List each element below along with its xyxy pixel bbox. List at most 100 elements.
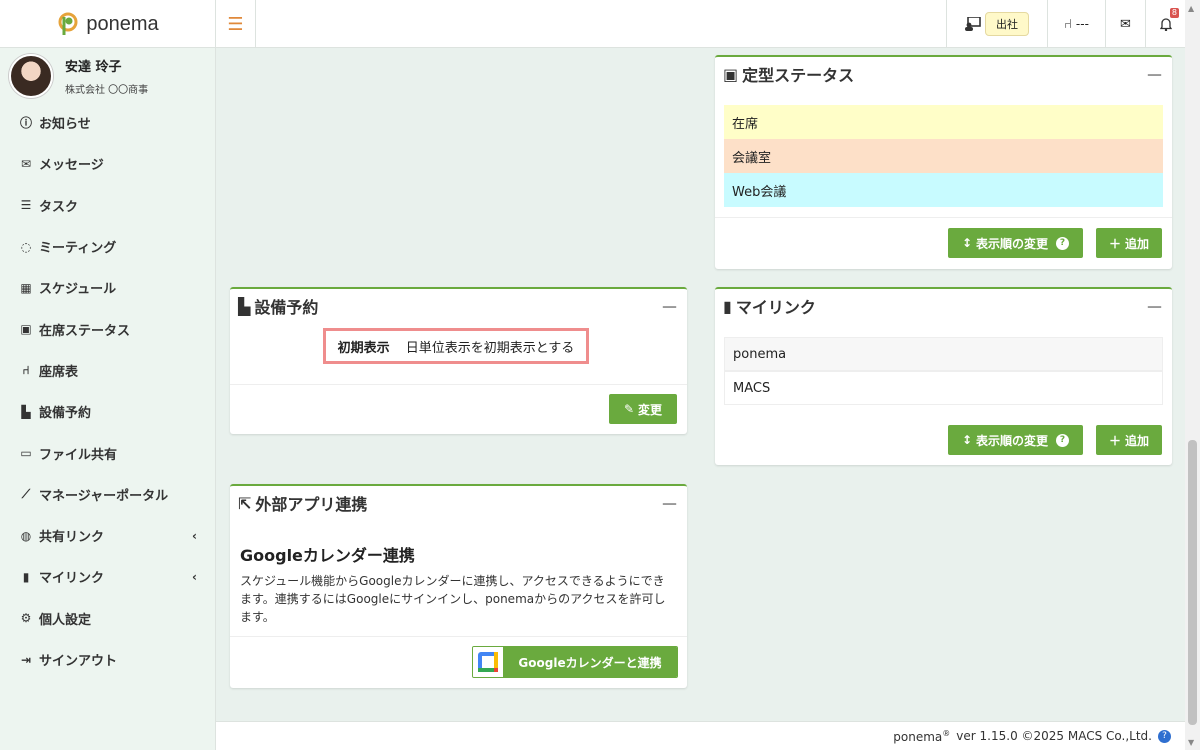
sidebar-item-settings[interactable]: ⚙ 個人設定 (0, 598, 215, 639)
mylink-row[interactable]: MACS (724, 371, 1163, 405)
sidebar-item-messages[interactable]: ✉ メッセージ (0, 143, 215, 184)
add-button[interactable]: ＋ 追加 (1096, 425, 1162, 455)
sidebar-item-presence[interactable]: ▣ 在席ステータス (0, 308, 215, 349)
user-company: 株式会社 〇〇商事 (65, 85, 149, 96)
reorder-button[interactable]: ↕ 表示順の変更? (948, 425, 1083, 455)
chart-icon: ⟋ (21, 486, 31, 501)
minimize-icon[interactable]: — (662, 297, 677, 315)
sidebar-item-manager-portal[interactable]: ⟋ マネージャーポータル (0, 474, 215, 515)
sort-icon: ↕ (961, 236, 973, 250)
sidebar-item-schedule[interactable]: ▦ スケジュール (0, 267, 215, 308)
sidebar-item-label: メッセージ (39, 158, 104, 174)
scroll-down-icon[interactable]: ▼ (1188, 738, 1194, 747)
sidebar-item-label: 共有リンク (39, 530, 105, 546)
scrollbar-thumb[interactable] (1188, 440, 1197, 725)
footer: ponema® ver 1.15.0 ©2025 MACS Co.,Ltd. ? (216, 721, 1185, 750)
app-logo[interactable]: ponema (0, 0, 216, 48)
reorder-button[interactable]: ↕ 表示順の変更? (948, 228, 1083, 258)
sidebar-item-label: マネージャーポータル (39, 488, 169, 504)
door-icon: ▙ (21, 404, 31, 419)
chat-icon: ◌ (20, 239, 32, 254)
gear-icon: ⚙ (20, 611, 32, 626)
messages-button[interactable]: ✉ (1105, 0, 1145, 48)
sidebar-item-label: 個人設定 (39, 612, 92, 628)
sidebar-item-label: 設備予約 (39, 406, 92, 422)
sidebar-item-label: お知らせ (39, 117, 91, 133)
sidebar-item-files[interactable]: ▭ ファイル共有 (0, 432, 215, 473)
ponema-logo-icon (58, 12, 78, 35)
google-calendar-link-button[interactable]: Googleカレンダーと連携 (472, 646, 678, 678)
sidebar-item-label: マイリンク (39, 571, 105, 587)
sidebar-item-meetings[interactable]: ◌ ミーティング (0, 226, 215, 267)
sidebar-item-notices[interactable]: ⓘ お知らせ (0, 102, 215, 143)
user-profile[interactable]: 安達 玲子 株式会社 〇〇商事 (0, 48, 215, 104)
folder-icon: ▭ (20, 446, 32, 461)
status-row[interactable]: 在席 (724, 105, 1163, 139)
chevron-left-icon: ‹ (192, 569, 197, 584)
card-title: マイリンク (735, 298, 816, 317)
presence-icon: ▣ (723, 64, 739, 84)
status-row[interactable]: 会議室 (724, 139, 1163, 173)
external-link-icon: ⇱ (238, 493, 252, 513)
change-button[interactable]: ✎ 変更 (609, 394, 677, 424)
card-title: 設備予約 (254, 298, 319, 317)
minimize-icon[interactable]: — (1147, 65, 1162, 83)
top-bar: ponema ☰ 出社 ⑁ --- ✉ 8 (0, 0, 1185, 48)
avatar (9, 54, 53, 98)
help-icon: ? (1056, 433, 1070, 447)
sidebar-item-seating[interactable]: ⑁ 座席表 (0, 350, 215, 391)
globe-icon: ◍ (20, 528, 32, 543)
sidebar-item-tasks[interactable]: ☰ タスク (0, 185, 215, 226)
status-card-header: ▣ 定型ステータス — (715, 57, 1172, 91)
seat-icon: ⑁ (1064, 16, 1072, 32)
mylink-card: ▮ マイリンク — ponema MACS ↕ 表示順の変更? ＋ 追加 (715, 287, 1172, 465)
app-name: ponema (86, 12, 159, 35)
google-calendar-icon (473, 647, 503, 677)
sidebar-item-label: ファイル共有 (39, 447, 118, 463)
status-row[interactable]: Web会議 (724, 173, 1163, 207)
setting-value: 日単位表示を初期表示とする (405, 340, 575, 356)
seat-value: --- (1075, 17, 1089, 31)
reorder-label: 表示順の変更 (976, 236, 1049, 251)
notifications-button[interactable]: 8 (1145, 0, 1185, 48)
door-icon: ▙ (238, 296, 251, 316)
help-icon: ? (1056, 236, 1070, 250)
menu-toggle-icon[interactable]: ☰ (216, 0, 256, 48)
scrollbar[interactable]: ▲ ▼ (1185, 0, 1200, 750)
external-apps-card: ⇱ 外部アプリ連携 — Googleカレンダー連携 スケジュール機能からGoog… (230, 484, 687, 688)
plus-icon: ＋ (1108, 236, 1121, 251)
seat-indicator[interactable]: ⑁ --- (1047, 0, 1105, 48)
sidebar-item-facility[interactable]: ▙ 設備予約 (0, 391, 215, 432)
add-label: 追加 (1125, 236, 1150, 251)
reorder-label: 表示順の変更 (976, 433, 1049, 448)
envelope-icon: ✉ (20, 156, 32, 171)
help-icon[interactable]: ? (1158, 729, 1171, 743)
sidebar-item-my-links[interactable]: ▮ マイリンク ‹ (0, 556, 215, 597)
add-button[interactable]: ＋ 追加 (1096, 228, 1162, 258)
envelope-icon: ✉ (1120, 16, 1131, 32)
notification-count-badge: 8 (1169, 8, 1179, 18)
bookmark-icon: ▮ (22, 569, 30, 584)
google-calendar-description: スケジュール機能からGoogleカレンダーに連携し、アクセスできるようにできます… (240, 574, 666, 624)
sidebar-item-label: 在席ステータス (39, 323, 131, 339)
sidebar-item-shared-links[interactable]: ◍ 共有リンク ‹ (0, 515, 215, 556)
footer-brand: ponema® (893, 728, 951, 744)
setting-key: 初期表示 (337, 340, 390, 356)
bell-icon (1159, 17, 1172, 31)
google-link-label: Googleカレンダーと連携 (503, 647, 677, 677)
facility-card-header: ▙ 設備予約 — (230, 289, 687, 323)
user-name: 安達 玲子 (65, 60, 122, 75)
bookmark-icon: ▮ (723, 296, 732, 316)
attendance-status[interactable]: 出社 (946, 0, 1047, 48)
scroll-up-icon[interactable]: ▲ (1188, 4, 1194, 13)
sidebar-item-label: サインアウト (39, 654, 118, 669)
minimize-icon[interactable]: — (662, 494, 677, 512)
sidebar-item-signout[interactable]: ⇥ サインアウト (0, 639, 215, 680)
info-icon: ⓘ (19, 116, 32, 131)
main-content: ▣ 定型ステータス — 在席 会議室 Web会議 ↕ 表示順の変更? ＋追加 ▙ … (216, 48, 1185, 721)
minimize-icon[interactable]: — (1147, 297, 1162, 315)
card-title: 外部アプリ連携 (255, 495, 368, 514)
add-label: 追加 (1125, 433, 1150, 448)
google-calendar-heading: Googleカレンダー連携 (240, 546, 415, 565)
mylink-row[interactable]: ponema (724, 337, 1163, 371)
